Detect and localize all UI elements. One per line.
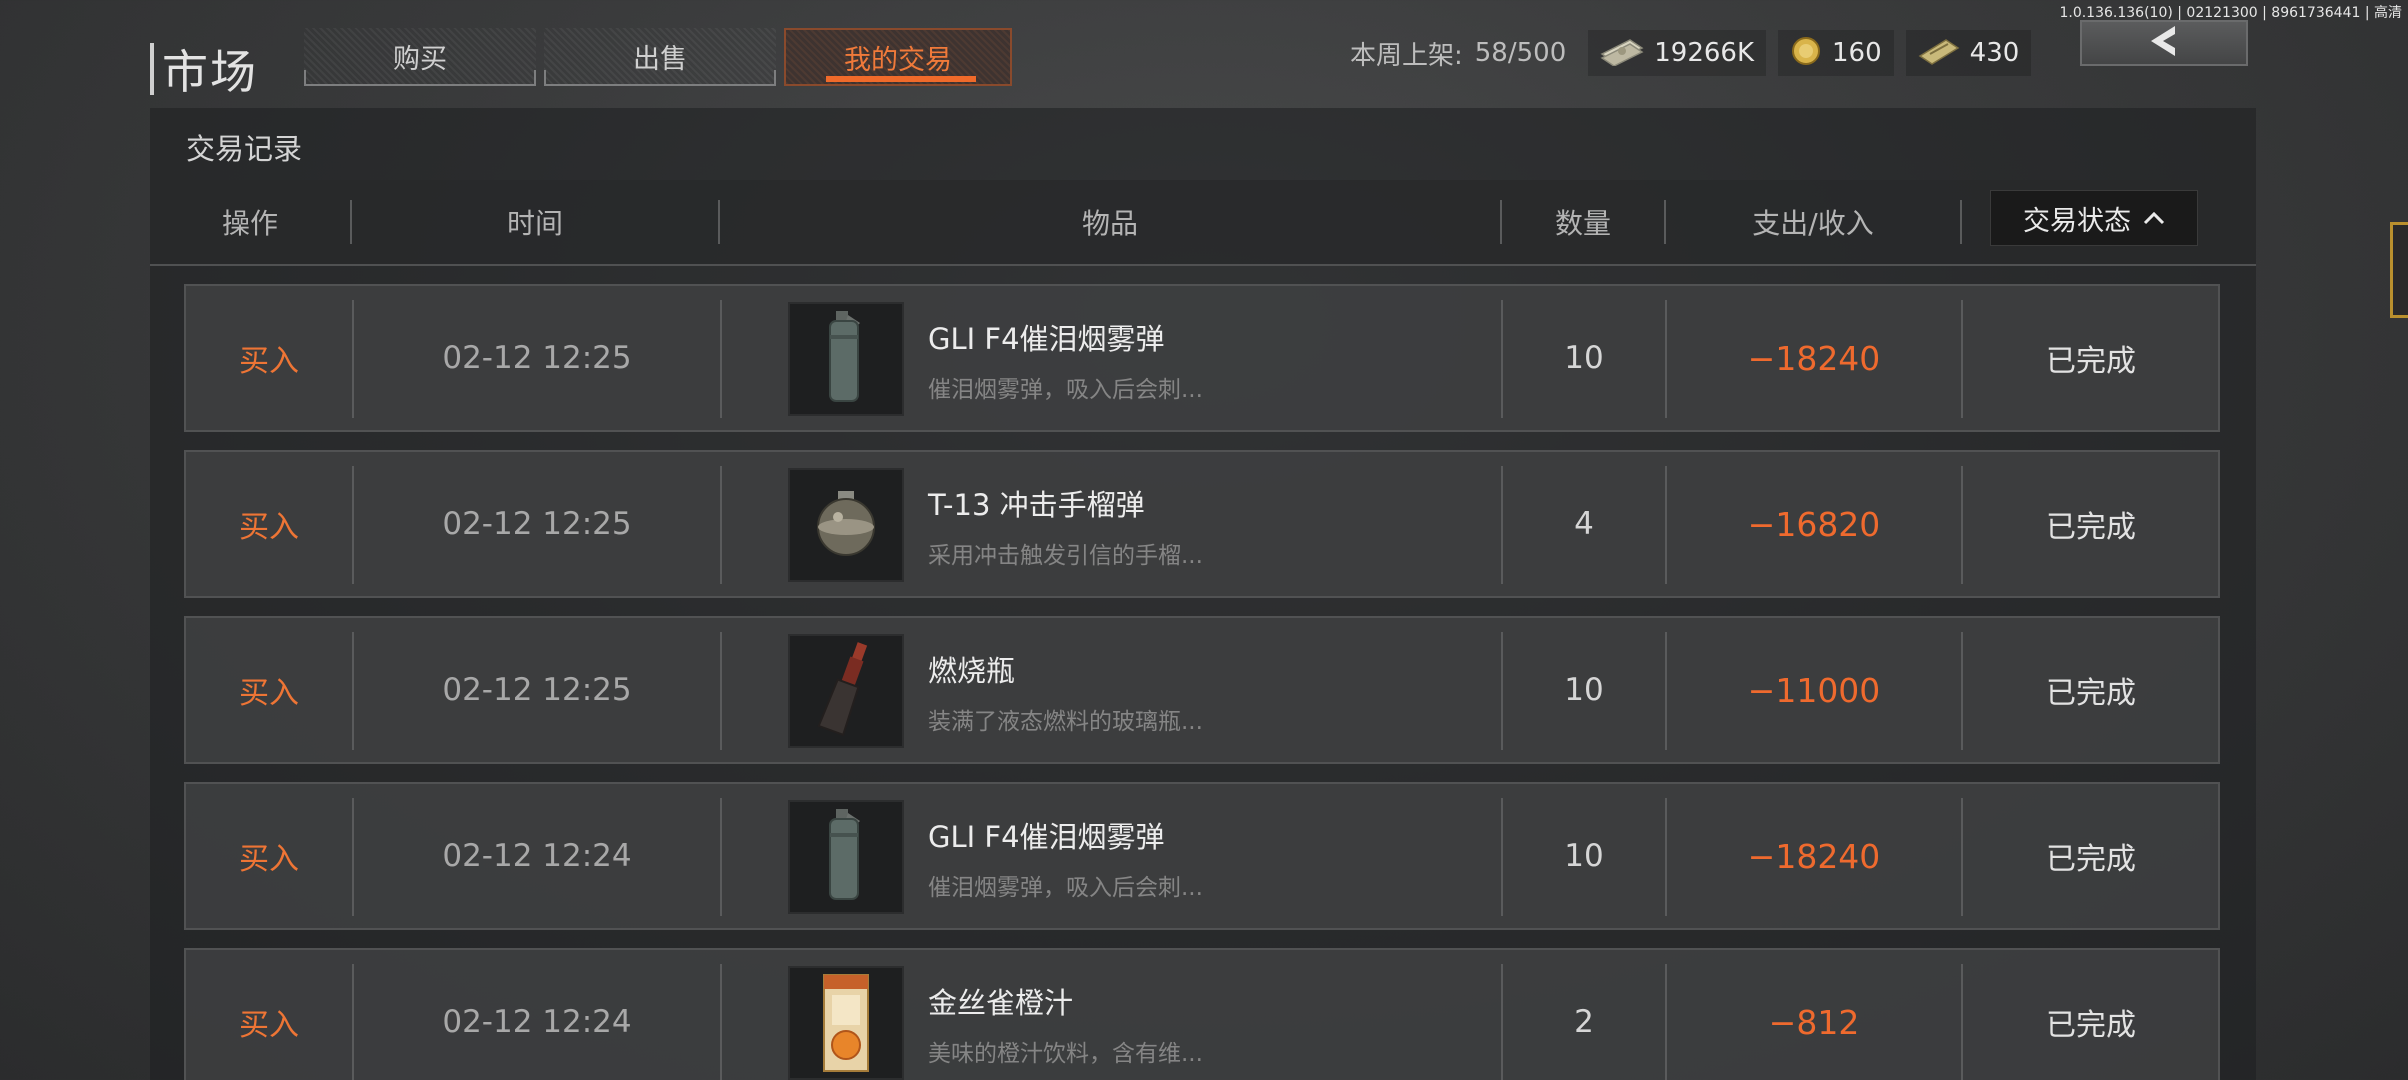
row-quantity: 4 — [1574, 506, 1594, 542]
row-status: 已完成 — [2046, 842, 2136, 877]
smoke-grenade-icon — [816, 803, 876, 911]
tab-my-trades-label: 我的交易 — [844, 44, 952, 76]
weekly-listing-value: 58/500 — [1474, 38, 1567, 68]
status-filter-label: 交易状态 — [2023, 205, 2131, 237]
title-marker — [150, 43, 154, 95]
ticket-icon — [1918, 36, 1960, 70]
page-title: 市场 — [162, 45, 258, 99]
title-bar: 市场 — [150, 36, 258, 102]
currency-bar: 本周上架: 58/500 19266K 160 430 — [1350, 30, 2043, 76]
tab-buy[interactable]: 购买 — [304, 28, 536, 86]
row-divider — [720, 964, 722, 1080]
row-status: 已完成 — [2046, 676, 2136, 711]
table-row[interactable]: 买入 02-12 12:25 GLI F4催泪烟雾弹 催泪烟雾弹，吸入后会刺..… — [184, 284, 2220, 432]
item-thumbnail — [788, 634, 904, 748]
table-row[interactable]: 买入 02-12 12:24 GLI F4催泪烟雾弹 催泪烟雾弹，吸入后会刺..… — [184, 782, 2220, 930]
ticket-value: 430 — [1969, 38, 2020, 68]
row-amount: −812 — [1768, 1002, 1860, 1042]
item-description: 美味的橙汁饮料，含有维... — [928, 1041, 1203, 1067]
version-text: 1.0.136.136(10) | 02121300 | 8961736441 … — [2059, 5, 2402, 21]
table-row[interactable]: 买入 02-12 12:25 燃烧瓶 装满了液态燃料的玻璃瓶... 10 −11… — [184, 616, 2220, 764]
row-status: 已完成 — [2046, 344, 2136, 379]
row-amount: −18240 — [1747, 338, 1881, 378]
section-title: 交易记录 — [186, 132, 303, 166]
item-name: GLI F4催泪烟雾弹 — [928, 322, 1165, 356]
chevron-left-icon — [2145, 24, 2183, 62]
row-operation: 买入 — [239, 344, 299, 379]
tab-sell[interactable]: 出售 — [544, 28, 776, 86]
table-header: 操作 时间 物品 数量 支出/收入 — [150, 180, 2256, 266]
trade-list: 买入 02-12 12:25 GLI F4催泪烟雾弹 催泪烟雾弹，吸入后会刺..… — [184, 284, 2220, 1080]
col-time-header: 时间 — [506, 207, 563, 240]
row-amount: −16820 — [1747, 504, 1881, 544]
row-amount: −11000 — [1747, 670, 1881, 710]
impact-grenade-icon — [806, 483, 886, 567]
row-operation: 买入 — [239, 1008, 299, 1043]
currency-ticket[interactable]: 430 — [1905, 30, 2032, 76]
item-name: 燃烧瓶 — [928, 654, 1016, 688]
coin-value: 160 — [1832, 38, 1882, 68]
col-op-header: 操作 — [221, 207, 278, 240]
weekly-listing-label: 本周上架: — [1350, 40, 1463, 71]
row-time: 02-12 12:25 — [442, 672, 632, 708]
currency-coin[interactable]: 160 — [1778, 30, 1894, 76]
tab-my-trades[interactable]: 我的交易 — [784, 28, 1012, 86]
item-description: 装满了液态燃料的玻璃瓶... — [928, 709, 1203, 735]
row-operation: 买入 — [239, 510, 299, 545]
tab-active-indicator — [826, 76, 976, 82]
row-quantity: 10 — [1564, 838, 1604, 874]
cash-bundle-icon — [1600, 36, 1644, 70]
orange-juice-icon — [816, 969, 876, 1077]
col-item-header: 物品 — [1081, 207, 1138, 240]
item-thumbnail — [788, 800, 904, 914]
row-quantity: 2 — [1574, 1004, 1594, 1040]
item-description: 催泪烟雾弹，吸入后会刺... — [928, 875, 1203, 901]
trade-record-panel: 交易记录 操作 时间 物品 数量 支出/收入 交易状态 买入 02-12 12:… — [150, 108, 2256, 1080]
row-operation: 买入 — [239, 842, 299, 877]
item-thumbnail — [788, 302, 904, 416]
tab-frame — [304, 70, 536, 84]
item-name: T-13 冲击手榴弹 — [928, 488, 1145, 522]
item-thumbnail — [788, 468, 904, 582]
item-name: 金丝雀橙汁 — [928, 986, 1074, 1020]
row-time: 02-12 12:25 — [442, 506, 632, 542]
gold-coin-icon — [1790, 35, 1822, 71]
molotov-icon — [811, 637, 881, 745]
col-qty-header: 数量 — [1554, 207, 1611, 240]
cash-value: 19266K — [1654, 38, 1755, 68]
row-time: 02-12 12:24 — [442, 838, 632, 874]
col-amount-header: 支出/收入 — [1752, 207, 1874, 240]
item-description: 采用冲击触发引信的手榴... — [928, 543, 1203, 569]
tab-frame — [544, 70, 776, 84]
item-thumbnail — [788, 966, 904, 1080]
row-time: 02-12 12:24 — [442, 1004, 632, 1040]
row-divider — [720, 300, 722, 418]
chevron-up-icon — [2143, 206, 2165, 231]
row-divider — [720, 466, 722, 584]
side-drawer-handle[interactable] — [2390, 222, 2408, 318]
row-quantity: 10 — [1564, 340, 1604, 376]
status-filter-button[interactable]: 交易状态 — [1990, 190, 2198, 246]
row-status: 已完成 — [2046, 1008, 2136, 1043]
row-status: 已完成 — [2046, 510, 2136, 545]
back-button[interactable] — [2080, 20, 2248, 66]
currency-cash[interactable]: 19266K — [1588, 30, 1767, 76]
smoke-grenade-icon — [816, 305, 876, 413]
row-time: 02-12 12:25 — [442, 340, 632, 376]
market-tabs: 购买 出售 我的交易 — [304, 28, 1020, 86]
row-amount: −18240 — [1747, 836, 1881, 876]
row-operation: 买入 — [239, 676, 299, 711]
table-row[interactable]: 买入 02-12 12:24 金丝雀橙汁 美味的橙汁饮料，含有维... 2 −8… — [184, 948, 2220, 1080]
row-divider — [720, 632, 722, 750]
header-divider — [1960, 200, 1962, 244]
item-description: 催泪烟雾弹，吸入后会刺... — [928, 377, 1203, 403]
table-row[interactable]: 买入 02-12 12:25 T-13 冲击手榴弹 采用冲击触发引信的手榴...… — [184, 450, 2220, 598]
row-quantity: 10 — [1564, 672, 1604, 708]
row-divider — [720, 798, 722, 916]
item-name: GLI F4催泪烟雾弹 — [928, 820, 1165, 854]
